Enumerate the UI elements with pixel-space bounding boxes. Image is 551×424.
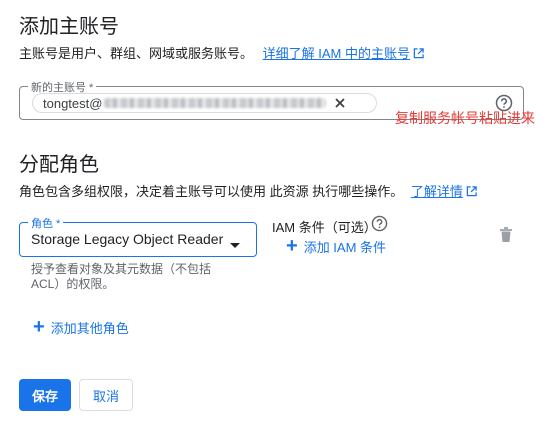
role-hint: 授予查看对象及其元数据（不包括 ACL）的权限。 xyxy=(31,262,211,292)
assign-roles-description: 角色包含多组权限，决定着主账号可以使用 此资源 执行哪些操作。 了解详情 xyxy=(19,181,477,200)
red-annotation-note: 复制服务帐号粘贴进来 xyxy=(395,110,535,126)
add-iam-condition-button[interactable]: + 添加 IAM 条件 xyxy=(286,236,386,256)
role-select-label: 角色 * xyxy=(28,215,64,231)
close-icon[interactable] xyxy=(332,95,348,111)
principal-chip-redacted xyxy=(104,98,327,108)
add-another-role-label: 添加其他角色 xyxy=(50,320,129,336)
add-principals-description: 主账号是用户、群组、网域或服务账号。 详细了解 IAM 中的主账号 xyxy=(19,43,424,62)
principals-learn-more-link[interactable]: 详细了解 IAM 中的主账号 xyxy=(263,46,410,61)
plus-icon: + xyxy=(33,316,45,338)
principal-chip[interactable]: tongtest@ xyxy=(32,93,377,113)
assign-roles-title: 分配角色 xyxy=(19,154,99,176)
external-link-icon xyxy=(413,47,424,62)
role-select-value: Storage Legacy Object Reader xyxy=(31,231,224,247)
add-principals-title: 添加主账号 xyxy=(19,16,119,38)
save-button[interactable]: 保存 xyxy=(19,379,71,411)
cancel-button-label: 取消 xyxy=(92,388,119,404)
principal-chip-text: tongtest@ xyxy=(43,95,103,111)
roles-learn-more-link[interactable]: 了解详情 xyxy=(411,184,463,199)
role-hint-line-2: ACL）的权限。 xyxy=(31,277,115,291)
plus-icon: + xyxy=(286,235,298,257)
save-button-label: 保存 xyxy=(31,388,58,404)
cancel-button[interactable]: 取消 xyxy=(79,379,133,411)
add-iam-condition-label: 添加 IAM 条件 xyxy=(303,239,387,255)
delete-icon[interactable] xyxy=(499,227,513,248)
role-hint-line-1: 授予查看对象及其元数据（不包括 xyxy=(31,262,212,276)
dropdown-arrow-icon[interactable] xyxy=(229,236,241,254)
external-link-icon xyxy=(466,185,477,200)
assign-roles-description-text: 角色包含多组权限，决定着主账号可以使用 此资源 执行哪些操作。 xyxy=(19,184,404,199)
iam-condition-label: IAM 条件（可选） xyxy=(272,220,377,235)
add-another-role-button[interactable]: + 添加其他角色 xyxy=(33,317,129,337)
help-icon[interactable] xyxy=(371,215,388,237)
add-principals-description-text: 主账号是用户、群组、网域或服务账号。 xyxy=(19,46,254,61)
